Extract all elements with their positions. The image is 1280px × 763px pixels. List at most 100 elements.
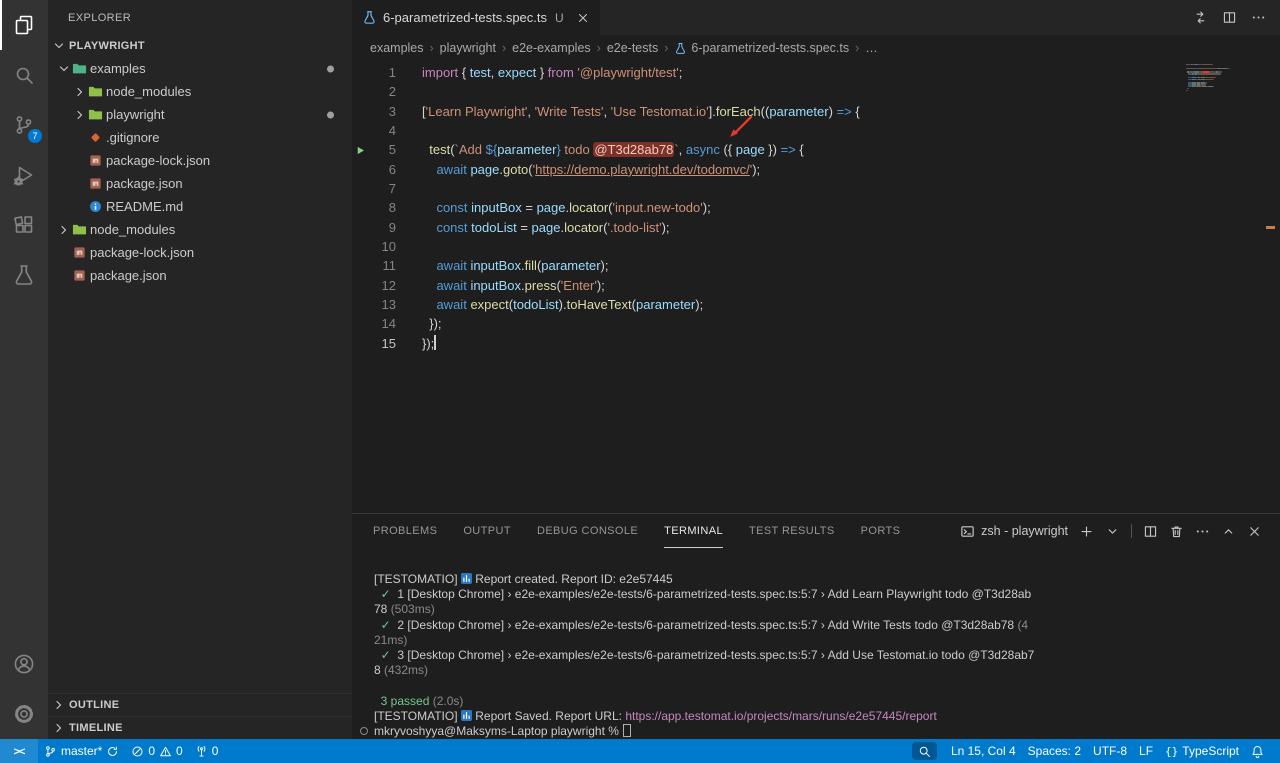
code-line-11: 11 await inputBox.fill(parameter); [352,256,1280,275]
tree-file-.gitignore[interactable]: .gitignore [48,126,352,149]
panel-tab-ports[interactable]: PORTS [861,514,901,548]
split-terminal-icon[interactable] [1143,524,1158,539]
code-text[interactable]: ['Learn Playwright', 'Write Tests', 'Use… [422,102,860,121]
line-number: 5 [368,140,396,159]
terminal-line: 78 (503ms) [374,602,1280,617]
code-text[interactable]: await inputBox.press('Enter'); [422,276,605,295]
folder-icon [72,222,90,238]
sidebar-bottom-sections: OUTLINE TIMELINE [48,693,352,739]
code-text[interactable]: }); [422,334,436,353]
outline-section[interactable]: OUTLINE [48,693,352,716]
terminal-line: 21ms) [374,633,1280,648]
testing-icon [12,263,36,287]
language-mode[interactable]: {} TypeScript [1159,739,1245,763]
breadcrumb-item[interactable]: 6-parametrized-tests.spec.ts [674,41,849,55]
terminal-content[interactable]: [TESTOMATIO] Report created. Report ID: … [352,548,1280,739]
encoding-status[interactable]: UTF-8 [1087,739,1133,763]
remote-indicator[interactable]: >< [0,739,38,763]
testomatio-icon [461,573,472,588]
tree-file-package.json[interactable]: package.json [48,264,352,287]
workspace-section-header[interactable]: PLAYWRIGHT [48,35,352,57]
maximize-panel-icon[interactable] [1221,524,1236,539]
code-text[interactable]: }); [422,314,442,333]
terminal-text: ✓ [381,648,391,662]
tree-file-package.json[interactable]: package.json [48,172,352,195]
ports-status[interactable]: 0 [189,739,225,763]
new-terminal-icon[interactable] [1079,524,1094,539]
code-text[interactable]: const inputBox = page.locator('input.new… [422,198,711,217]
ports-count: 0 [212,744,219,758]
terminal-text [374,618,381,632]
split-editor-icon[interactable] [1222,10,1237,25]
breadcrumb-item[interactable]: playwright [440,41,496,55]
code-text[interactable]: import { test, expect } from '@playwrigh… [422,63,682,82]
terminal-selector[interactable]: zsh - playwright [960,524,1068,539]
breadcrumb-item[interactable]: e2e-examples [512,41,591,55]
activity-accounts[interactable] [0,639,48,689]
line-number: 11 [368,256,396,275]
panel-tab-test-results[interactable]: TEST RESULTS [749,514,835,548]
terminal-dropdown-icon[interactable] [1105,524,1120,539]
tree-file-package-lock.json[interactable]: package-lock.json [48,149,352,172]
code-text[interactable]: await expect(todoList).toHaveText(parame… [422,295,703,314]
activity-extensions[interactable] [0,200,48,250]
terminal-text: Report created. Report ID: e2e57445 [472,572,673,586]
eol-status[interactable]: LF [1133,739,1159,763]
code-text[interactable]: await page.goto('https://demo.playwright… [422,160,760,179]
tree-folder-playwright[interactable]: playwright [48,103,352,126]
branch-status[interactable]: master* [38,739,125,763]
cursor-position[interactable]: Ln 15, Col 4 [945,739,1022,763]
terminal-line [374,678,1280,693]
code-text[interactable]: await inputBox.fill(parameter); [422,256,608,275]
activity-explorer[interactable] [0,0,48,50]
tree-file-README.md[interactable]: README.md [48,195,352,218]
command-decoration[interactable] [360,727,368,735]
folder-icon [88,107,106,123]
panel-tab-debug-console[interactable]: DEBUG CONSOLE [537,514,638,548]
breadcrumb-separator: › [502,41,506,55]
gutter-space [352,314,368,333]
activity-settings[interactable] [0,689,48,739]
close-tab-icon[interactable] [576,11,590,25]
editor-tab[interactable]: 6-parametrized-tests.spec.ts U [352,0,601,35]
terminal-text: (503ms) [391,602,435,616]
activity-source-control[interactable]: 7 [0,100,48,150]
tree-folder-node_modules[interactable]: node_modules [48,218,352,241]
tree-folder-node_modules[interactable]: node_modules [48,80,352,103]
terminal-line: 3 passed (2.0s) [374,694,1280,709]
indentation-status[interactable]: Spaces: 2 [1022,739,1087,763]
line-number: 4 [368,121,396,140]
editor-pane[interactable]: 1import { test, expect } from '@playwrig… [352,61,1280,513]
activity-testing[interactable] [0,250,48,300]
activity-search[interactable] [0,50,48,100]
terminal-session-label: zsh - playwright [981,524,1068,538]
compare-changes-icon[interactable] [1193,10,1208,25]
status-bar-right: Ln 15, Col 4 Spaces: 2 UTF-8 LF {} TypeS… [912,739,1280,763]
notifications-bell[interactable] [1245,739,1270,763]
terminal-link[interactable]: https://app.testomat.io/projects/mars/ru… [625,709,937,723]
text-cursor [434,335,436,350]
panel-tab-problems[interactable]: PROBLEMS [373,514,437,548]
breadcrumb-item[interactable]: … [865,41,878,55]
code-line-2: 2 [352,82,1280,101]
zoom-indicator[interactable] [912,742,937,760]
code-line-1: 1import { test, expect } from '@playwrig… [352,63,1280,82]
activity-bar-bottom [0,639,48,739]
tree-folder-examples[interactable]: examples [48,57,352,80]
tree-file-package-lock.json[interactable]: package-lock.json [48,241,352,264]
code-text[interactable]: test(`Add ${parameter} todo @T3d28ab78`,… [422,140,804,159]
breadcrumb-item[interactable]: e2e-tests [607,41,658,55]
more-actions-icon[interactable] [1251,10,1266,25]
problems-status[interactable]: 0 0 [125,739,188,763]
breadcrumb-item[interactable]: examples [370,41,424,55]
panel-tab-output[interactable]: OUTPUT [463,514,511,548]
run-test-icon[interactable] [352,140,368,159]
activity-run-and-debug[interactable] [0,150,48,200]
close-panel-icon[interactable] [1247,524,1262,539]
panel-tab-terminal[interactable]: TERMINAL [664,514,723,548]
panel-more-icon[interactable] [1195,524,1210,539]
kill-terminal-icon[interactable] [1169,524,1184,539]
minimap[interactable] [1186,64,1248,91]
code-text[interactable]: const todoList = page.locator('.todo-lis… [422,218,670,237]
timeline-section[interactable]: TIMELINE [48,716,352,739]
